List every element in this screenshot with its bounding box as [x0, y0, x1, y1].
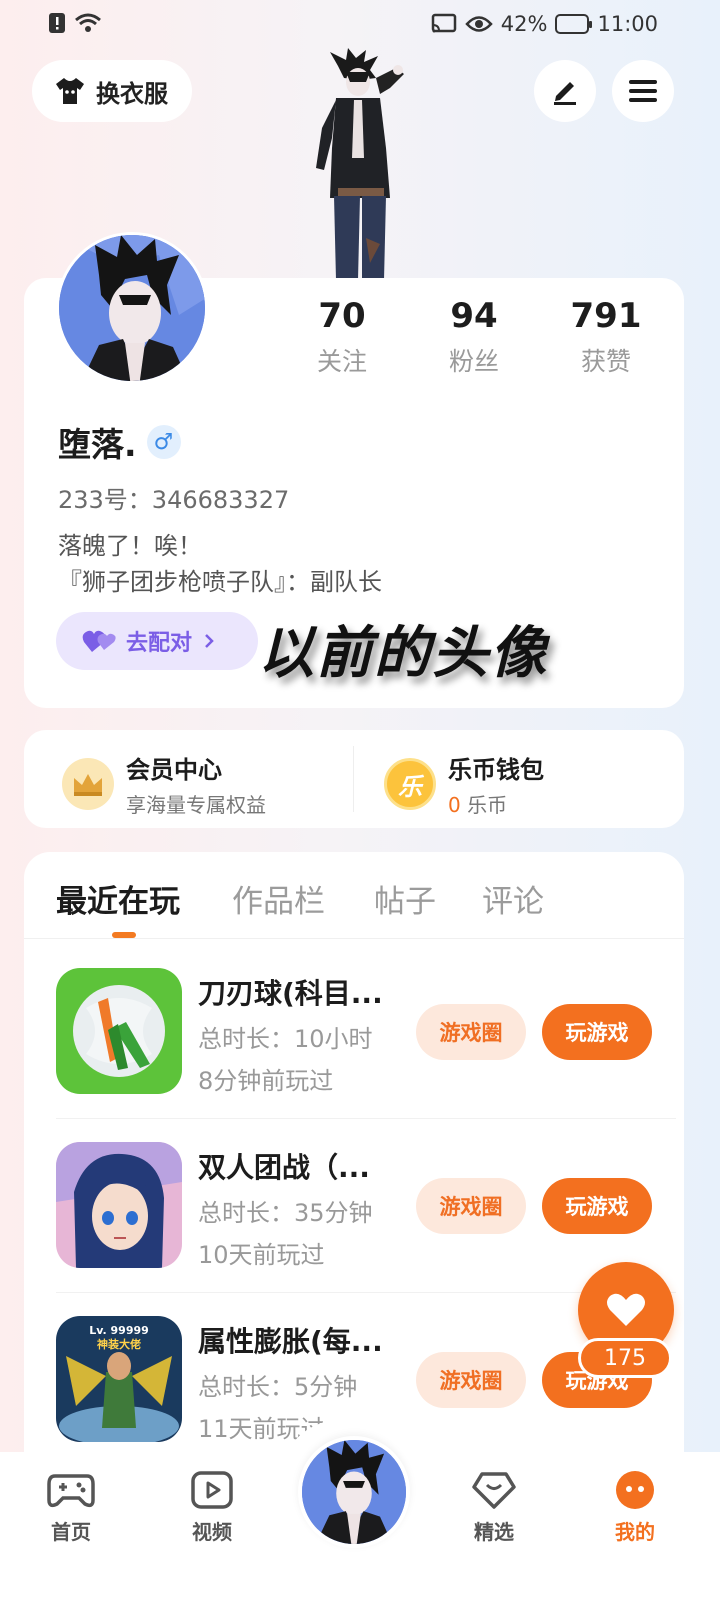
game-icon[interactable] — [56, 1142, 182, 1268]
game-circle-button[interactable]: 游戏圈 — [416, 1352, 526, 1408]
avatar-portrait — [302, 1440, 406, 1544]
game-last-played: 8分钟前玩过 — [198, 1067, 334, 1095]
nav-center-avatar[interactable] — [298, 1436, 410, 1548]
nav-home[interactable]: 首页 — [26, 1470, 116, 1545]
avatar-character-figure[interactable] — [300, 48, 420, 280]
game-icon[interactable]: Lv. 99999 神装大佬 — [56, 1316, 182, 1442]
heart-pair-icon — [82, 630, 116, 652]
play-game-button[interactable]: 玩游戏 — [542, 1178, 652, 1234]
stat-likes[interactable]: 791 获赞 — [546, 296, 666, 378]
vip-title: 会员中心 — [126, 756, 222, 784]
change-outfit-button[interactable]: 换衣服 — [32, 60, 192, 122]
male-gender-icon: ♂ — [146, 425, 181, 459]
tab-divider — [24, 938, 684, 939]
hamburger-icon — [629, 80, 657, 102]
alert-icon — [49, 13, 65, 33]
game-duration: 总时长：5分钟 — [198, 1373, 358, 1401]
game-duration: 总时长：10小时 — [198, 1025, 373, 1053]
like-count: 175 — [578, 1338, 672, 1378]
change-outfit-label: 换衣服 — [96, 79, 168, 108]
nav-featured-label: 精选 — [474, 1520, 514, 1544]
crown-icon — [62, 758, 114, 810]
coin-icon-char: 乐 — [398, 772, 422, 801]
username-row: 堕落. ♂ — [58, 418, 181, 466]
battery-percent: 42% — [500, 12, 548, 36]
game-title: 双人团战（... — [198, 1151, 370, 1184]
stat-following[interactable]: 70 关注 — [282, 296, 402, 378]
following-count: 70 — [318, 296, 366, 336]
username: 堕落. — [58, 425, 137, 464]
overlay-caption: 以前的头像 — [258, 621, 548, 686]
match-label: 去配对 — [126, 631, 193, 656]
battery-icon — [555, 14, 593, 34]
tab-comments[interactable]: 评论 — [482, 876, 544, 921]
game-duration: 总时长：35分钟 — [198, 1199, 373, 1227]
menu-button[interactable] — [612, 60, 674, 122]
mine-face-icon — [616, 1471, 654, 1509]
clock: 11:00 — [597, 12, 658, 36]
match-button[interactable]: 去配对 — [56, 612, 258, 670]
nav-home-label: 首页 — [51, 1520, 91, 1544]
nav-mine[interactable]: 我的 — [590, 1470, 680, 1545]
coin-icon: 乐 — [384, 758, 436, 810]
status-left-icons — [48, 12, 102, 34]
game-icon-caption: 神装大佬 — [97, 1337, 141, 1351]
game-row[interactable]: 双人团战（... 总时长：35分钟 10天前玩过 游戏圈 玩游戏 — [24, 1114, 684, 1288]
divider — [353, 746, 354, 812]
fans-count: 94 — [450, 296, 498, 336]
nav-video-label: 视频 — [192, 1520, 232, 1544]
wallet-balance: 0 乐币 — [448, 789, 544, 818]
game-title: 刀刃球(科目... — [198, 977, 383, 1010]
status-bar: 42% 11:00 — [0, 0, 720, 48]
game-meta: 总时长：10小时 8分钟前玩过 — [198, 1018, 373, 1102]
chevron-right-icon — [205, 634, 214, 648]
game-row[interactable]: 刀刃球(科目... 总时长：10小时 8分钟前玩过 游戏圈 玩游戏 — [24, 940, 684, 1114]
tab-recently-played[interactable]: 最近在玩 — [56, 876, 180, 921]
game-icon[interactable] — [56, 968, 182, 1094]
heart-diamond-icon — [472, 1472, 516, 1509]
gamepad-icon — [47, 1474, 95, 1508]
wallet-entry[interactable]: 乐 乐币钱包 0 乐币 — [384, 750, 544, 818]
tab-works[interactable]: 作品栏 — [232, 876, 325, 921]
vip-center-entry[interactable]: 会员中心 享海量专属权益 — [62, 750, 266, 818]
heart-icon — [607, 1293, 645, 1326]
game-meta: 总时长：35分钟 10天前玩过 — [198, 1192, 373, 1276]
nav-mine-label: 我的 — [615, 1520, 655, 1544]
wallet-unit: 乐币 — [467, 793, 508, 817]
nav-featured[interactable]: 精选 — [449, 1470, 539, 1545]
eye-icon — [465, 16, 493, 32]
game-icon-level: Lv. 99999 — [89, 1324, 149, 1337]
play-video-icon — [191, 1471, 233, 1509]
play-game-button[interactable]: 玩游戏 — [542, 1004, 652, 1060]
following-label: 关注 — [316, 347, 367, 376]
pen-icon — [554, 82, 576, 105]
profile-avatar[interactable] — [56, 232, 208, 384]
vip-subtitle: 享海量专属权益 — [126, 793, 266, 817]
likes-label: 获赞 — [580, 347, 631, 376]
avatar-portrait — [59, 235, 205, 381]
likes-count: 791 — [570, 296, 642, 336]
nav-video[interactable]: 视频 — [167, 1470, 257, 1545]
game-circle-button[interactable]: 游戏圈 — [416, 1004, 526, 1060]
wifi-icon — [75, 13, 101, 32]
tab-posts[interactable]: 帖子 — [374, 876, 436, 921]
game-last-played: 10天前玩过 — [198, 1241, 325, 1269]
bio-line-1: 落魄了！唉！ — [58, 532, 202, 560]
wallet-title: 乐币钱包 — [448, 756, 544, 784]
bio-line-2: 『狮子团步枪喷子队』：副队长 — [58, 568, 382, 596]
edit-profile-button[interactable] — [534, 60, 596, 122]
user-id[interactable]: 233号：346683327 — [58, 480, 289, 515]
fans-label: 粉丝 — [448, 347, 499, 376]
bio: 落魄了！唉！ 『狮子团步枪喷子队』：副队长 — [58, 528, 382, 600]
status-right-icons: 42% 11:00 — [431, 12, 658, 36]
tshirt-icon — [56, 78, 84, 104]
game-circle-button[interactable]: 游戏圈 — [416, 1178, 526, 1234]
stat-fans[interactable]: 94 粉丝 — [414, 296, 534, 378]
game-title: 属性膨胀(每... — [198, 1325, 383, 1358]
wallet-amount: 0 — [448, 793, 461, 817]
cast-icon — [431, 13, 457, 33]
